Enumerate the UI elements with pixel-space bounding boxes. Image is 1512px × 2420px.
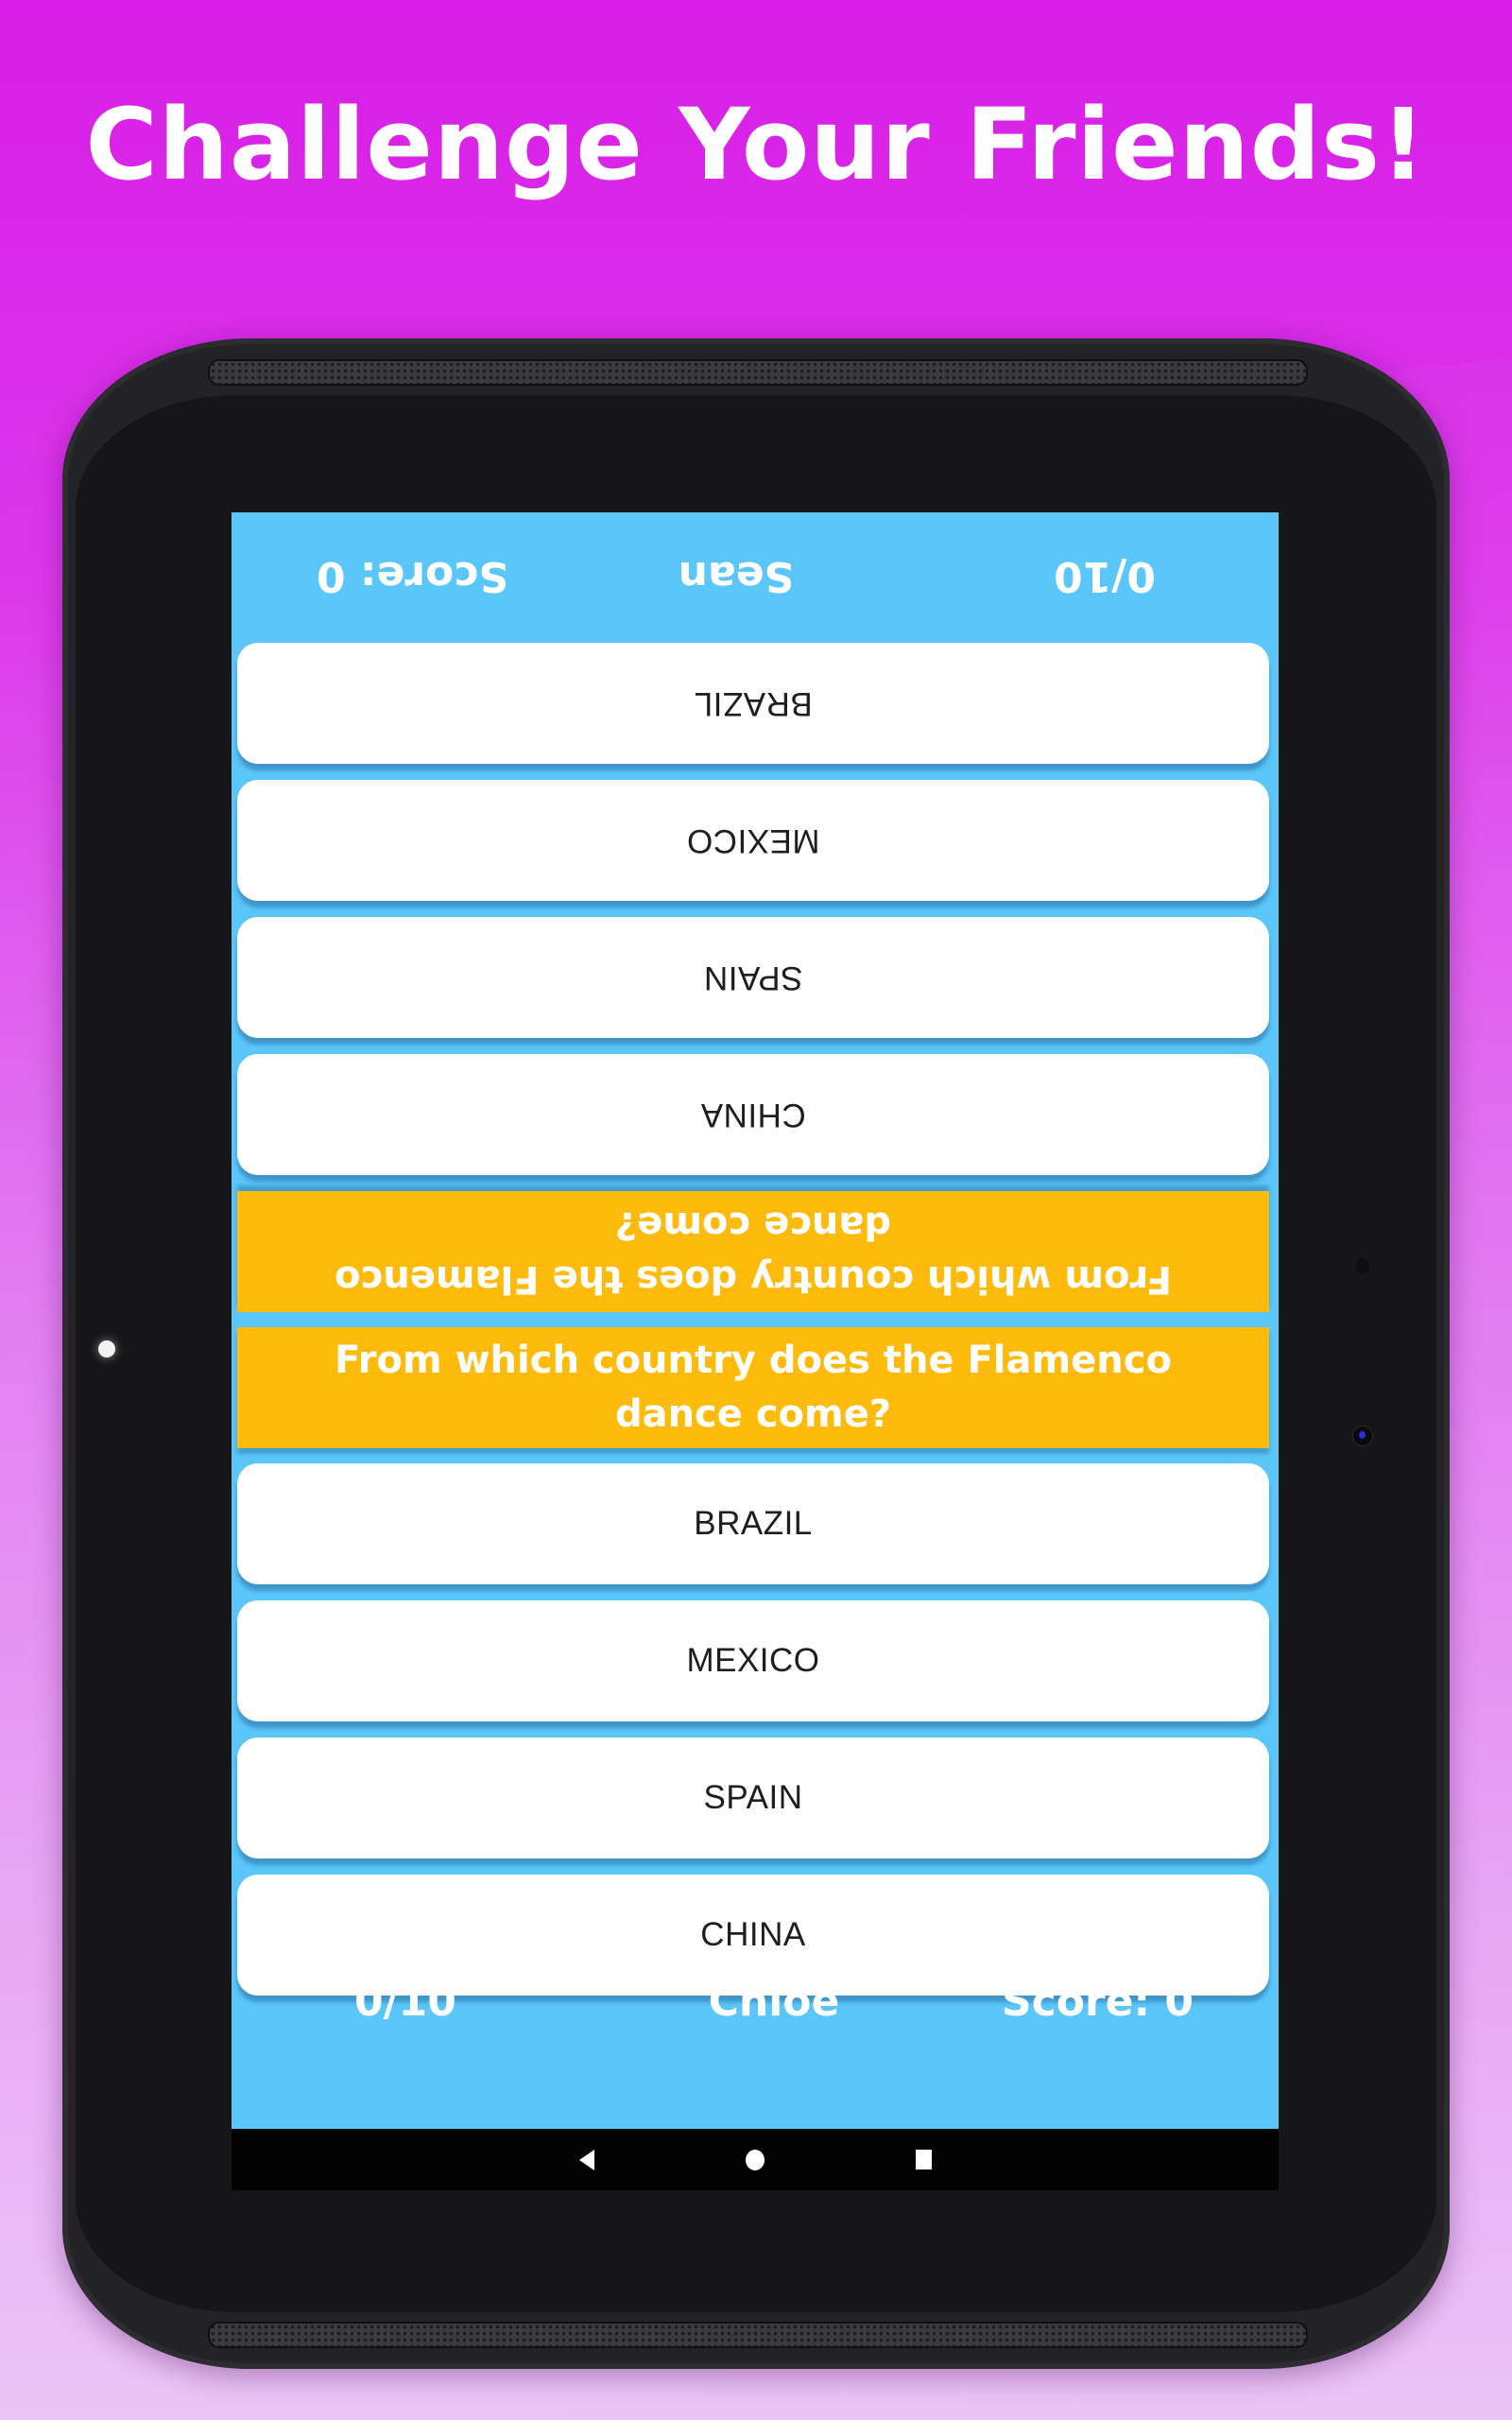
top-player-score: Score: 0 (317, 552, 509, 600)
bottom-player-score: Score: 0 (1001, 1978, 1194, 2026)
nav-recents-button[interactable] (895, 2129, 952, 2190)
bottom-answer-spain[interactable]: SPAIN (237, 1737, 1269, 1858)
home-indicator-dot (98, 1340, 115, 1357)
top-answer-brazil[interactable]: BRAZIL (237, 643, 1269, 764)
back-triangle-icon (579, 2149, 594, 2170)
speaker-grille-bottom (208, 2322, 1308, 2348)
top-player-score-bar: 0/10 Sean Score: 0 (232, 512, 1279, 640)
home-circle-icon (746, 2149, 765, 2170)
top-question-text: From which country does the Flamenco dan… (335, 1203, 1172, 1301)
app-screen: 0/10 Sean Score: 0 BRAZIL MEXICO SPAIN C… (232, 512, 1279, 2190)
speaker-grille-top (208, 359, 1308, 386)
bottom-answer-mexico[interactable]: MEXICO (237, 1600, 1269, 1721)
promo-headline: Challenge Your Friends! (85, 87, 1427, 202)
nav-back-button[interactable] (558, 2129, 615, 2190)
top-answer-spain[interactable]: SPAIN (237, 917, 1269, 1038)
front-camera-icon (1352, 1426, 1373, 1446)
bottom-question-text: From which country does the Flamenco dan… (335, 1339, 1172, 1436)
bottom-answer-brazil[interactable]: BRAZIL (237, 1463, 1269, 1584)
bottom-question-card: From which country does the Flamenco dan… (237, 1327, 1269, 1448)
top-question-card: From which country does the Flamenco dan… (237, 1191, 1269, 1312)
bottom-player-score-bar: 0/10 Chloe Score: 0 (232, 1938, 1279, 2066)
top-answer-mexico[interactable]: MEXICO (237, 780, 1269, 901)
bottom-player-name: Chloe (708, 1978, 840, 2026)
proximity-sensor (1356, 1258, 1369, 1273)
top-answer-china[interactable]: CHINA (237, 1054, 1269, 1175)
bottom-player-progress: 0/10 (354, 1978, 456, 2026)
android-navigation-bar (232, 2129, 1279, 2190)
top-player-progress: 0/10 (1054, 552, 1156, 600)
recents-square-icon (915, 2150, 932, 2169)
nav-home-button[interactable] (727, 2129, 783, 2190)
top-player-name: Sean (678, 552, 795, 600)
